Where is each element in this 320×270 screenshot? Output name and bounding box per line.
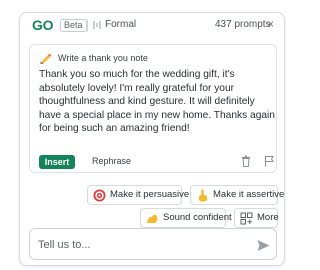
beta-badge: Beta [60, 19, 87, 32]
chip-label: Make it persuasive [110, 189, 190, 200]
chip-label: Sound confident [163, 212, 232, 223]
tone-icon[interactable] [91, 19, 103, 31]
generated-text: Thank you so much for the wedding gift, … [39, 69, 275, 135]
rephrase-button[interactable]: Rephrase [92, 156, 131, 166]
grid-plus-icon [240, 212, 253, 225]
insert-button[interactable]: Insert [39, 155, 75, 169]
sound-confident-button[interactable]: Sound confident [140, 208, 232, 228]
more-button[interactable]: More [234, 208, 279, 228]
make-it-assertive-button[interactable]: Make it assertive [190, 185, 284, 205]
flexed-arm-icon [147, 214, 158, 223]
request-text: Write a thank you note [58, 53, 148, 63]
logo: GO [32, 17, 54, 33]
prompts-count: 437 prompts [215, 19, 271, 30]
flag-icon[interactable] [264, 155, 274, 167]
send-icon[interactable] [257, 239, 270, 252]
make-it-persuasive-button[interactable]: Make it persuasive [87, 185, 189, 205]
hand-pointing-icon [199, 189, 207, 202]
panel-header: GO Beta Formal 437 prompts × [20, 13, 284, 37]
suggestion-card: Write a thank you note Thank you so much… [29, 44, 277, 173]
tone-selector[interactable]: Formal [105, 19, 136, 30]
chip-label: Make it assertive [213, 189, 285, 200]
chip-label: More [257, 212, 279, 223]
assistant-panel: GO Beta Formal 437 prompts × Write a tha… [19, 12, 285, 266]
prompt-input-box [29, 228, 277, 260]
close-icon[interactable]: × [267, 18, 274, 30]
prompt-input[interactable] [38, 235, 238, 255]
header-divider [87, 19, 88, 32]
target-icon [93, 189, 106, 202]
writing-hand-icon [40, 53, 52, 64]
trash-icon[interactable] [241, 155, 251, 167]
